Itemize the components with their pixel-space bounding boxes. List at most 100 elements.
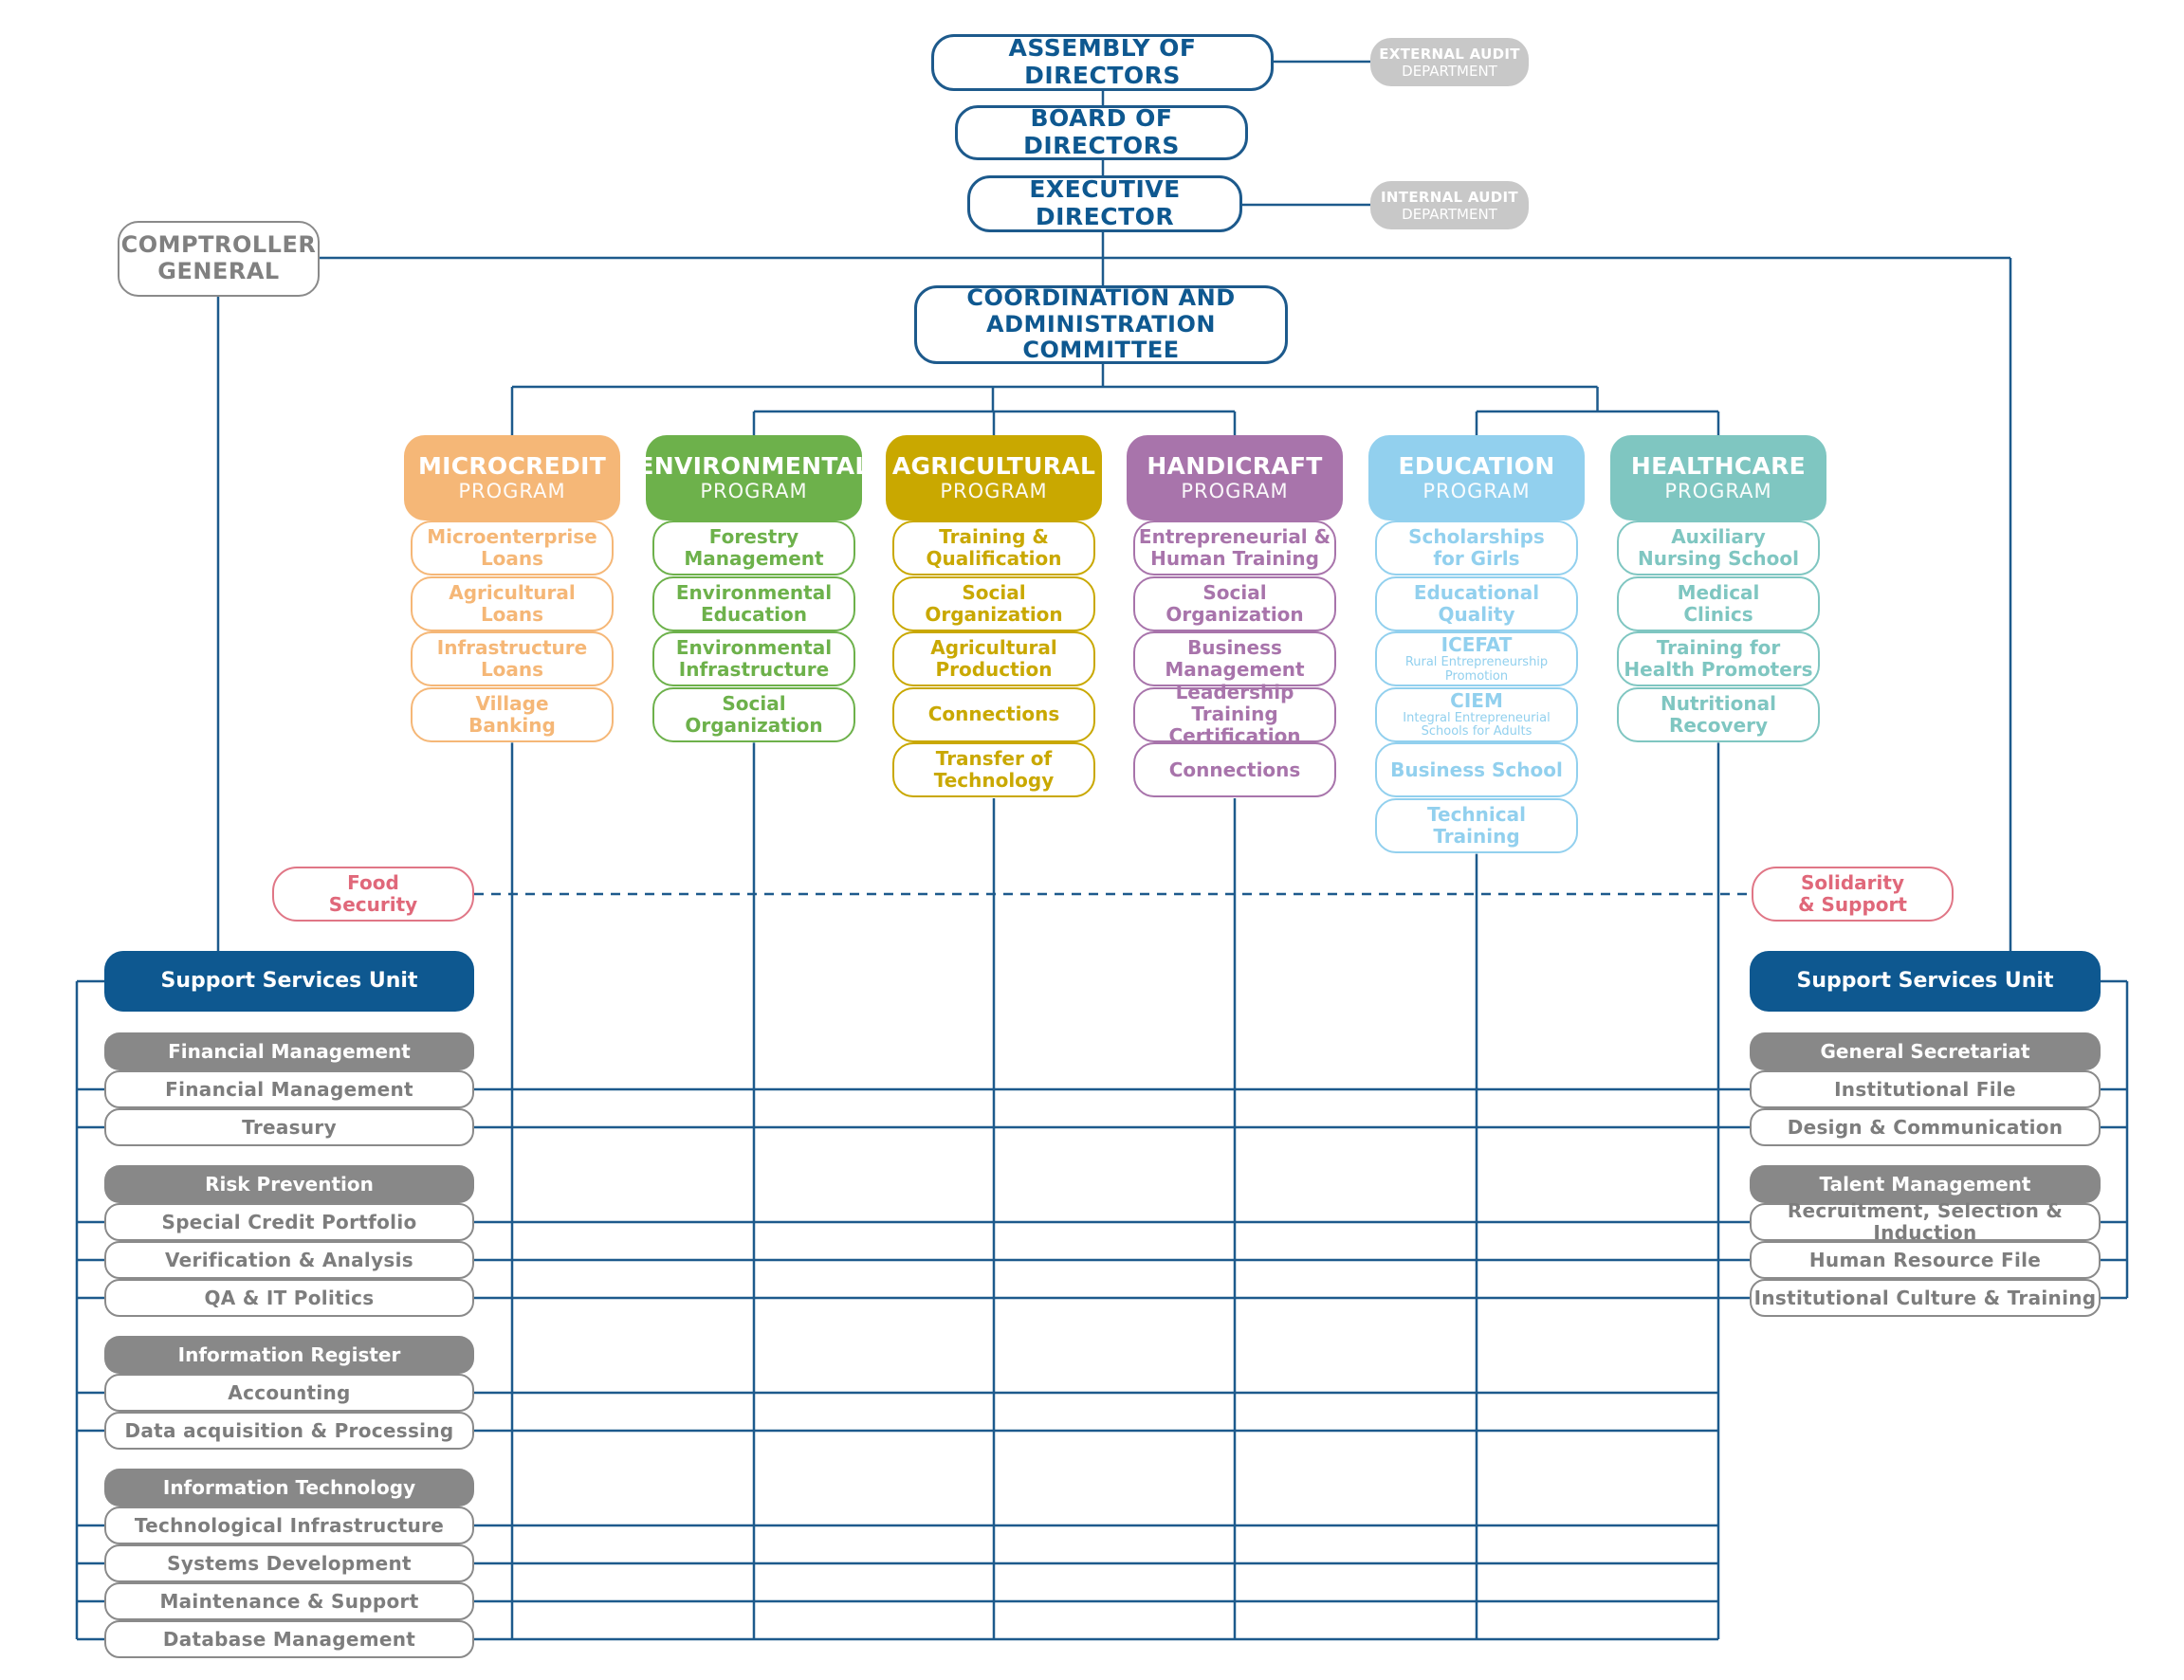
program-item[interactable]: Social Organization — [652, 686, 855, 742]
program-item[interactable]: Connections — [1133, 742, 1336, 798]
program-item[interactable]: Infrastructure Loans — [411, 631, 614, 687]
support-section-item[interactable]: Special Credit Portfolio — [104, 1203, 474, 1241]
program-subtitle: PROGRAM — [458, 480, 566, 503]
program-item-line1: CIEM — [1450, 689, 1503, 712]
program-item-line1: Social — [722, 691, 786, 715]
support-section-item[interactable]: Design & Communication — [1750, 1108, 2101, 1146]
internal-audit-subtitle: DEPARTMENT — [1402, 205, 1497, 223]
support-section-header[interactable]: Talent Management — [1750, 1165, 2101, 1203]
program-item[interactable]: Forestry Management — [652, 520, 855, 575]
support-section-item[interactable]: Database Management — [104, 1620, 474, 1658]
program-item[interactable]: Connections — [892, 686, 1095, 742]
program-header-environmental[interactable]: ENVIRONMENTAL PROGRAM — [637, 435, 870, 520]
program-item[interactable]: Scholarships for Girls — [1375, 520, 1578, 575]
program-item-desc2: Promotion — [1444, 668, 1509, 684]
program-item[interactable]: Microenterprise Loans — [411, 520, 614, 575]
program-item[interactable]: Environmental Infrastructure — [652, 631, 855, 687]
support-services-unit-left[interactable]: Support Services Unit — [104, 951, 474, 1012]
program-item-line1: Infrastructure — [436, 636, 588, 660]
program-item[interactable]: Training & Qualification — [892, 520, 1095, 575]
program-item[interactable]: ICEFAT Rural Entrepreneurship Promotion — [1375, 631, 1578, 687]
program-item[interactable]: Transfer of Technology — [892, 742, 1095, 798]
program-item[interactable]: Technical Training — [1375, 798, 1578, 853]
support-section-item[interactable]: Maintenance & Support — [104, 1582, 474, 1620]
program-item[interactable]: Auxiliary Nursing School — [1617, 520, 1820, 575]
program-title: MICROCREDIT — [417, 451, 607, 480]
program-item[interactable]: Agricultural Production — [892, 631, 1095, 687]
program-subtitle: PROGRAM — [940, 480, 1048, 503]
support-section-item[interactable]: Human Resource File — [1750, 1241, 2101, 1279]
support-section-header[interactable]: Financial Management — [104, 1032, 474, 1070]
internal-audit-box[interactable]: INTERNAL AUDIT DEPARTMENT — [1370, 181, 1529, 229]
program-item[interactable]: Training for Health Promoters — [1617, 631, 1820, 687]
program-item[interactable]: Leadership Training Certification — [1133, 682, 1336, 747]
program-item[interactable]: Social Organization — [892, 575, 1095, 631]
program-item-line1: Nutritional — [1660, 691, 1776, 715]
support-section-header[interactable]: General Secretariat — [1750, 1032, 2101, 1070]
support-item-label: Special Credit Portfolio — [161, 1210, 417, 1233]
program-item-line2: Technology — [933, 769, 1055, 793]
program-item[interactable]: Educational Quality — [1375, 575, 1578, 631]
program-item-line2: Loans — [480, 602, 544, 626]
program-item[interactable]: Nutritional Recovery — [1617, 686, 1820, 742]
coordination-committee-box[interactable]: COORDINATION AND ADMINISTRATION COMMITTE… — [914, 285, 1288, 364]
support-section-item[interactable]: Systems Development — [104, 1544, 474, 1582]
program-header-education[interactable]: EDUCATION PROGRAM — [1368, 435, 1585, 520]
committee-line2: ADMINISTRATION COMMITTEE — [986, 310, 1216, 364]
support-item-label: Systems Development — [167, 1551, 412, 1575]
program-item-line2: Clinics — [1683, 602, 1753, 626]
external-audit-box[interactable]: EXTERNAL AUDIT DEPARTMENT — [1370, 38, 1529, 86]
program-item-line1: Village — [475, 691, 549, 715]
program-header-microcredit[interactable]: MICROCREDIT PROGRAM — [404, 435, 620, 520]
support-section-item[interactable]: Technological Infrastructure — [104, 1507, 474, 1544]
program-item[interactable]: Environmental Education — [652, 575, 855, 631]
support-section-title: Risk Prevention — [205, 1172, 374, 1196]
program-item-line1: Environmental — [675, 580, 833, 604]
support-section-header[interactable]: Risk Prevention — [104, 1165, 474, 1203]
program-item[interactable]: Village Banking — [411, 686, 614, 742]
program-item-line1: ICEFAT — [1441, 633, 1513, 657]
support-services-unit-right[interactable]: Support Services Unit — [1750, 951, 2101, 1012]
solidarity-support-box[interactable]: Solidarity & Support — [1752, 867, 1954, 922]
program-subtitle: PROGRAM — [700, 480, 808, 503]
program-item-line1: Forestry — [708, 525, 799, 548]
program-item[interactable]: CIEM Integral Entrepreneurial Schools for… — [1375, 686, 1578, 742]
program-item-line1: Educational — [1413, 580, 1540, 604]
food-security-box[interactable]: Food Security — [272, 867, 474, 922]
executive-director-box[interactable]: EXECUTIVE DIRECTOR — [967, 175, 1242, 232]
program-item-line2: Education — [701, 602, 807, 626]
program-item[interactable]: Entrepreneurial & Human Training — [1133, 520, 1336, 575]
program-item-desc2: Schools for Adults — [1421, 724, 1532, 740]
program-item-line1: Agricultural — [930, 636, 1057, 660]
program-item[interactable]: Business Management — [1133, 631, 1336, 687]
support-section-header[interactable]: Information Register — [104, 1336, 474, 1374]
program-header-agricultural[interactable]: AGRICULTURAL PROGRAM — [886, 435, 1102, 520]
support-section-item[interactable]: Data acquisition & Processing — [104, 1412, 474, 1450]
support-section-item[interactable]: Accounting — [104, 1374, 474, 1412]
board-of-directors-box[interactable]: BOARD OF DIRECTORS — [955, 104, 1248, 160]
support-section-header[interactable]: Information Technology — [104, 1469, 474, 1507]
support-item-label: Financial Management — [165, 1077, 413, 1101]
external-audit-subtitle: DEPARTMENT — [1402, 62, 1497, 80]
support-section-item[interactable]: Institutional Culture & Training — [1750, 1279, 2101, 1317]
support-section-item[interactable]: Treasury — [104, 1108, 474, 1146]
solidarity-line2: & Support — [1798, 893, 1907, 916]
program-header-healthcare[interactable]: HEALTHCARE PROGRAM — [1610, 435, 1826, 520]
program-item-line1: Business School — [1390, 758, 1563, 781]
support-section-item[interactable]: Financial Management — [104, 1070, 474, 1108]
program-item-line1: Entrepreneurial & — [1138, 525, 1331, 548]
support-section-item[interactable]: Institutional File — [1750, 1070, 2101, 1108]
support-section-item[interactable]: Verification & Analysis — [104, 1241, 474, 1279]
program-header-handicraft[interactable]: HANDICRAFT PROGRAM — [1127, 435, 1343, 520]
program-item[interactable]: Agricultural Loans — [411, 575, 614, 631]
support-section-item[interactable]: Recruitment, Selection & Induction — [1750, 1200, 2101, 1244]
program-item[interactable]: Medical Clinics — [1617, 575, 1820, 631]
comptroller-general-box[interactable]: COMPTROLLER GENERAL — [118, 221, 320, 297]
program-item-line1: Training for — [1656, 636, 1781, 660]
support-section-item[interactable]: QA & IT Politics — [104, 1279, 474, 1317]
program-title: ENVIRONMENTAL — [637, 451, 871, 480]
program-item[interactable]: Social Organization — [1133, 575, 1336, 631]
assembly-of-directors-box[interactable]: ASSEMBLY OF DIRECTORS — [931, 34, 1274, 91]
program-item[interactable]: Business School — [1375, 742, 1578, 798]
program-item-line1: Social — [1202, 580, 1267, 604]
